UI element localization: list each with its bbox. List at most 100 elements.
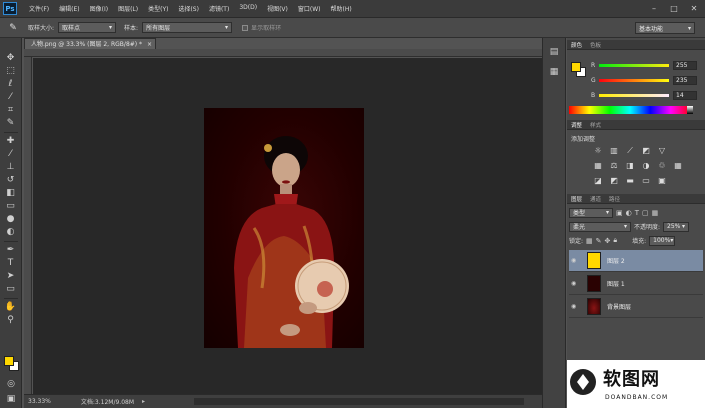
close-tab-icon[interactable]: × [147,41,152,48]
hand-tool-icon[interactable]: ✋ [3,301,19,314]
posterize-icon[interactable]: ◩ [607,174,621,189]
gradient-map-icon[interactable]: ▣ [655,174,669,189]
marquee-tool-icon[interactable]: ⬚ [3,65,19,78]
menu-filter[interactable]: 滤镜(T) [209,4,229,13]
quick-select-tool-icon[interactable]: ⁄ [3,91,19,104]
eraser-tool-icon[interactable]: ◧ [3,187,19,200]
pen-tool-icon[interactable]: ✒ [3,244,19,257]
tab-adjustments[interactable]: 调整 [571,121,582,129]
black-white-icon[interactable]: ◑ [639,159,653,174]
status-menu-arrow-icon[interactable]: ▸ [142,398,145,405]
quick-mask-icon[interactable]: ◎ [3,378,19,391]
show-ring-checkbox[interactable]: 显示取样环 [242,23,281,32]
filter-type-icon[interactable]: T [635,209,639,217]
horizontal-scrollbar[interactable] [194,398,524,405]
foreground-color-swatch[interactable] [4,356,14,366]
clone-stamp-tool-icon[interactable]: ⊥ [3,161,19,174]
blend-mode-select[interactable]: 柔光 ▾ [569,221,631,232]
blue-slider-track[interactable] [599,93,669,97]
menu-window[interactable]: 窗口(W) [298,4,321,13]
eye-icon[interactable]: ◉ [571,280,581,287]
red-slider-row[interactable]: R 255 [591,60,701,70]
properties-panel-icon[interactable]: ▦ [547,66,561,78]
blue-slider-row[interactable]: B 14 [591,90,701,100]
layer-row[interactable]: ◉ 背景图层 [569,296,703,318]
menu-file[interactable]: 文件(F) [29,4,49,13]
green-slider-row[interactable]: G 235 [591,75,701,85]
eyedropper-icon[interactable]: ✎ [6,22,20,34]
lock-image-icon[interactable]: ✎ [596,237,602,245]
history-brush-tool-icon[interactable]: ↺ [3,174,19,187]
workspace-select[interactable]: 基本功能 ▾ [635,22,695,34]
red-slider-track[interactable] [599,63,669,67]
healing-brush-tool-icon[interactable]: ✚ [3,135,19,148]
threshold-icon[interactable]: ▬ [623,174,637,189]
move-tool-icon[interactable]: ✥ [3,52,19,65]
layer-filter-select[interactable]: 类型 ▾ [569,207,613,218]
menu-edit[interactable]: 编辑(E) [59,4,79,13]
zoom-level[interactable]: 33.33% [28,398,51,405]
filter-pixel-icon[interactable]: ▣ [616,209,623,217]
eye-icon[interactable]: ◉ [571,257,581,264]
minimize-icon[interactable]: – [647,3,661,14]
menu-help[interactable]: 帮助(H) [331,4,352,13]
green-value-input[interactable]: 235 [673,75,697,85]
tab-styles[interactable]: 样式 [590,121,601,129]
zoom-tool-icon[interactable]: ⚲ [3,314,19,327]
brightness-contrast-icon[interactable]: ☼ [591,144,605,159]
close-icon[interactable]: ✕ [687,3,701,14]
path-select-tool-icon[interactable]: ➤ [3,270,19,283]
tab-paths[interactable]: 路径 [609,195,620,203]
fill-input[interactable]: 100% ▾ [649,235,676,246]
vibrance-icon[interactable]: ▦ [591,159,605,174]
maximize-icon[interactable]: □ [667,3,681,14]
type-tool-icon[interactable]: T [3,257,19,270]
color-balance-icon[interactable]: ◨ [623,159,637,174]
exposure-icon[interactable]: ◩ [639,144,653,159]
blue-value-input[interactable]: 14 [673,90,697,100]
menu-3d[interactable]: 3D(D) [239,4,257,13]
opacity-input[interactable]: 25% ▾ [663,221,690,232]
lock-all-icon[interactable]: 🔒︎ [613,236,617,245]
channel-mixer-icon[interactable]: ▦ [671,159,685,174]
sample-select[interactable]: 所有图层 ▾ [142,22,233,33]
layer-row[interactable]: ◉ 图层 1 [569,273,703,295]
eye-icon[interactable]: ◉ [571,303,581,310]
color-foreground-swatch[interactable] [571,62,581,72]
crop-tool-icon[interactable]: ⌗ [3,104,19,117]
layer-row[interactable]: ◉ 图层 2 [569,250,703,272]
history-panel-icon[interactable]: ▤ [547,46,561,58]
dodge-tool-icon[interactable]: ◐ [3,226,19,239]
canvas-area[interactable] [33,58,542,394]
color-spectrum-bar[interactable] [569,106,693,114]
invert-icon[interactable]: ◪ [591,174,605,189]
gradient-map-triangle-icon[interactable]: ▽ [655,144,669,159]
menu-image[interactable]: 图像(I) [90,4,108,13]
menu-select[interactable]: 选择(S) [178,4,199,13]
sample-size-select[interactable]: 取样点 ▾ [58,22,117,33]
curves-icon[interactable]: ⟋ [623,144,637,159]
screen-mode-icon[interactable]: ▣ [3,393,19,406]
hue-saturation-icon[interactable]: ⚖ [607,159,621,174]
gradient-tool-icon[interactable]: ▭ [3,200,19,213]
menu-layer[interactable]: 图层(L) [118,4,138,13]
document-tab[interactable]: 人物.png @ 33.3% (图层 2, RGB/8#) * × [24,38,156,49]
menu-view[interactable]: 视图(V) [267,4,288,13]
lasso-tool-icon[interactable]: ℓ [3,78,19,91]
filter-shape-icon[interactable]: ▢ [642,209,649,217]
photo-filter-icon[interactable]: ♲ [655,159,669,174]
selective-color-icon[interactable]: ▭ [639,174,653,189]
filter-adjustment-icon[interactable]: ◐ [626,209,632,217]
green-slider-track[interactable] [599,78,669,82]
eyedropper-tool-icon[interactable]: ✎ [3,117,19,130]
red-value-input[interactable]: 255 [673,60,697,70]
levels-icon[interactable]: ▥ [607,144,621,159]
filter-smart-object-icon[interactable]: ▦ [652,209,659,217]
brush-tool-icon[interactable]: ⁄ [3,148,19,161]
lock-position-icon[interactable]: ✥ [605,237,611,245]
tab-layers[interactable]: 图层 [571,195,582,203]
lock-transparent-icon[interactable]: ▦ [586,237,593,245]
tab-channels[interactable]: 通道 [590,195,601,203]
tab-swatches[interactable]: 色板 [590,41,601,49]
rectangle-tool-icon[interactable]: ▭ [3,283,19,296]
